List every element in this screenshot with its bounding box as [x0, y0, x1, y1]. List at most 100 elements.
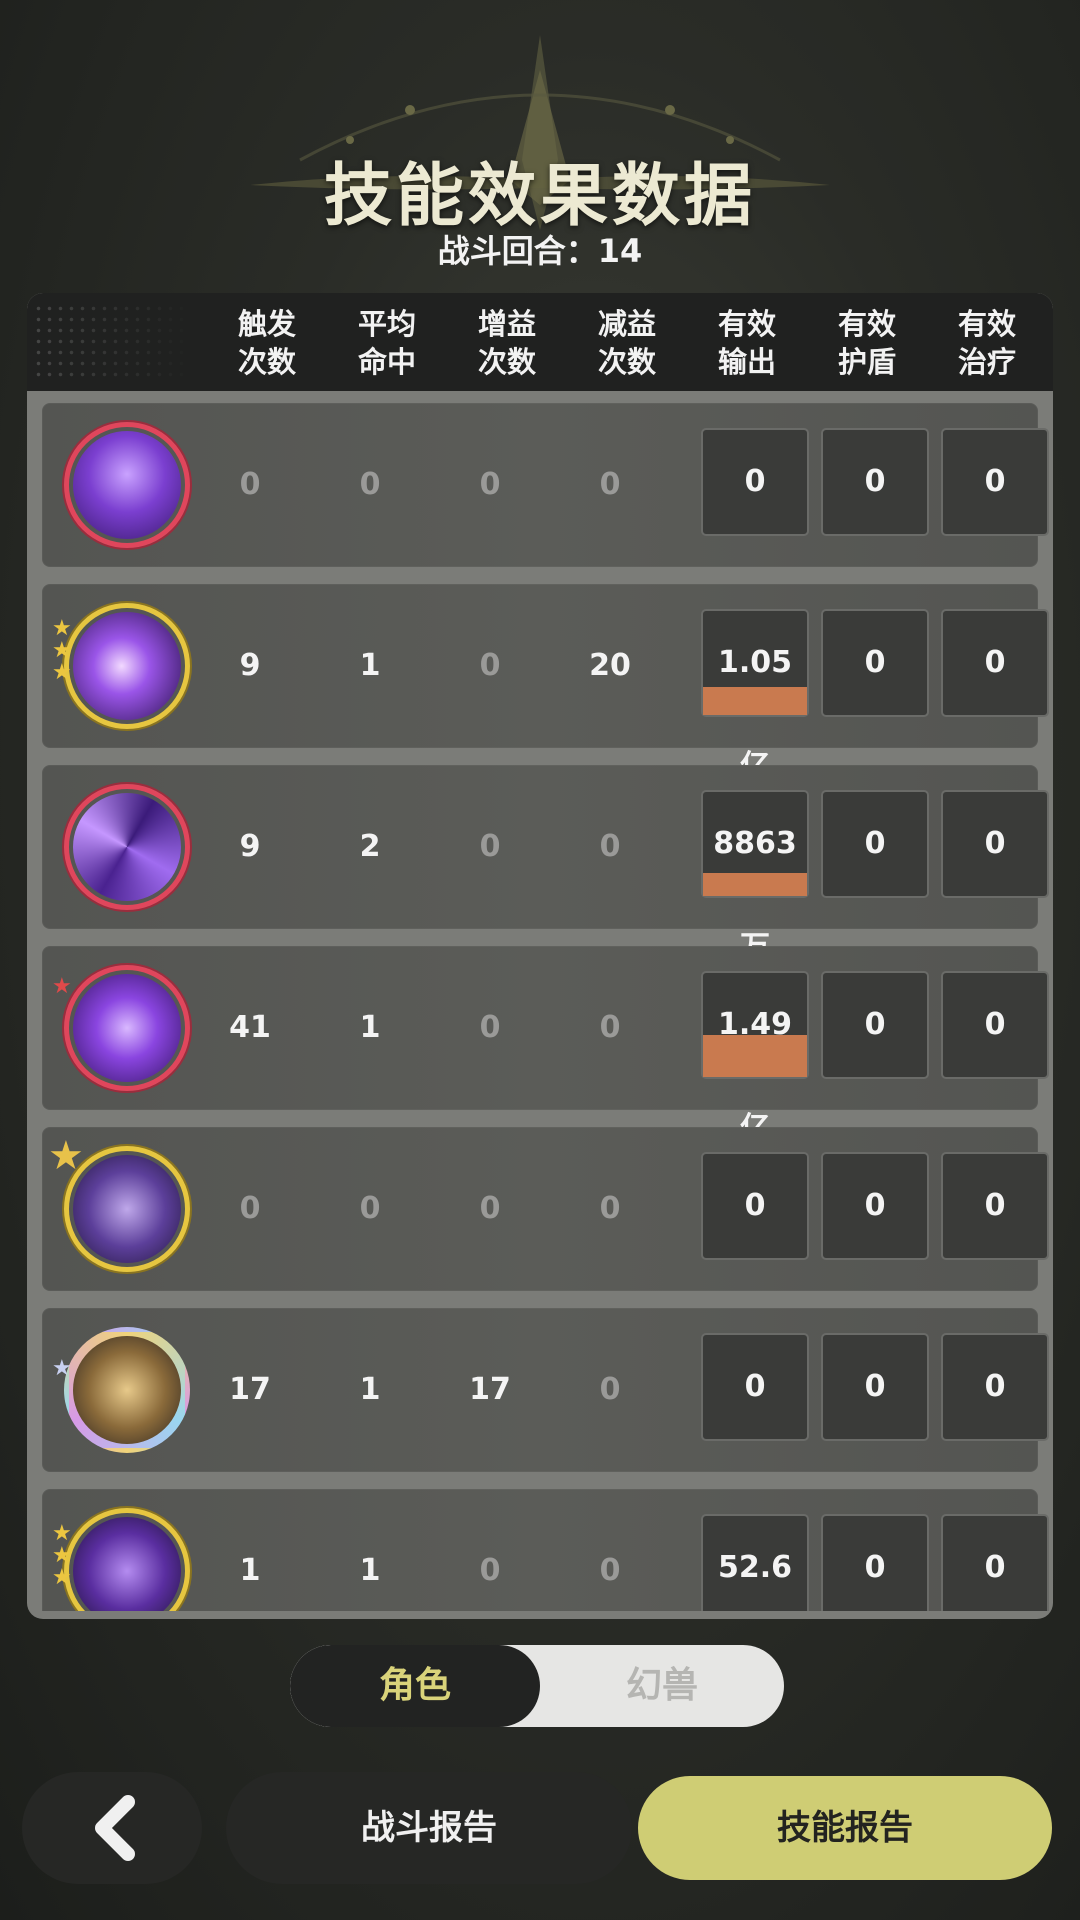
col-header-avg-hit: 平均 命中: [357, 307, 416, 379]
col-header-trigger-count: 触发 次数: [237, 307, 296, 379]
buff-count-cell: 0: [479, 648, 501, 683]
purple-grinning-totem-skill-icon[interactable]: [64, 422, 190, 548]
effective-shield-box-value: 0: [864, 1550, 886, 1585]
effective-shield-box: 0: [821, 790, 929, 898]
rank-star-badge-icon: ★: [52, 974, 72, 999]
table-row: ★ 41 1 0 0 1.49亿 0 0: [42, 946, 1049, 1146]
effective-output-box: 52.6万: [701, 1514, 809, 1611]
table-row: ★ ★ ★ 1 1 0 0 52.6万 0 0: [42, 1489, 1049, 1611]
effective-heal-box-value: 0: [984, 464, 1006, 499]
trigger-count-cell: 1: [239, 1553, 261, 1588]
effective-heal-box-value: 0: [984, 1007, 1006, 1042]
table-rows-scroll[interactable]: 0000000★ ★ ★910201.05亿0092008863万00★4110…: [27, 391, 1053, 1611]
avg-hit-cell: 1: [359, 1010, 381, 1045]
rank-star-badge-icon: ★: [48, 1133, 84, 1179]
table-row: ★ 17 1 17 0 0 0 0: [42, 1308, 1049, 1472]
table-header: 触发 次数 平均 命中 增益 次数 减益 次数 有效 输出 有效 护盾 有效 治疗: [27, 293, 1053, 391]
effective-heal-box-value: 0: [984, 1369, 1006, 1404]
skill-icon-artwork: [73, 1517, 181, 1611]
debuff-count-cell: 0: [599, 829, 621, 864]
battle-report-button[interactable]: 战斗报告: [226, 1772, 632, 1884]
effective-output-box-value: 52.6万: [717, 1550, 793, 1585]
table-row: 9 2 0 0 8863万 0 0: [42, 765, 1049, 965]
skill-data-table: 触发 次数 平均 命中 增益 次数 减益 次数 有效 输出 有效 护盾 有效 治疗 0 0 0 0 0…: [27, 293, 1053, 1619]
effective-heal-box-value: 0: [984, 1188, 1006, 1223]
effective-output-box-value: 0: [744, 1188, 766, 1223]
header-dot-pattern: [33, 303, 193, 381]
skill-icon-artwork: [73, 612, 181, 720]
buff-count-cell: 0: [479, 1191, 501, 1226]
table-row: ★ 0 0 0 0 0 0 0: [42, 1127, 1049, 1291]
effective-shield-box-value: 0: [864, 1369, 886, 1404]
debuff-count-cell: 0: [599, 467, 621, 502]
debuff-count-cell: 0: [599, 1010, 621, 1045]
tab-phantom-beast[interactable]: 幻兽: [540, 1645, 784, 1727]
effective-output-box: 0: [701, 1333, 809, 1441]
trigger-count-cell: 41: [229, 1010, 271, 1045]
purple-swirl-skill-icon[interactable]: [64, 1508, 190, 1611]
effective-shield-box-value: 0: [864, 1007, 886, 1042]
buff-count-cell: 0: [479, 1010, 501, 1045]
avg-hit-cell: 2: [359, 829, 381, 864]
golden-figure-skill-icon[interactable]: [64, 1327, 190, 1453]
battle-round-label: 战斗回合：14: [437, 232, 643, 270]
effective-shield-box: 0: [821, 971, 929, 1079]
effective-heal-box: 0: [941, 1152, 1049, 1260]
effective-shield-box-value: 0: [864, 826, 886, 861]
role-beast-toggle[interactable]: 角色 幻兽: [290, 1645, 784, 1727]
table-row: 0 0 0 0 0 0 0: [42, 403, 1049, 567]
skill-report-button[interactable]: 技能报告: [638, 1776, 1052, 1880]
trigger-count-cell: 0: [239, 467, 261, 502]
effective-output-box-value: 0: [744, 1369, 766, 1404]
trigger-count-cell: 0: [239, 1191, 261, 1226]
buff-count-cell: 0: [479, 1553, 501, 1588]
effective-heal-box-value: 0: [984, 1550, 1006, 1585]
avg-hit-cell: 1: [359, 648, 381, 683]
debuff-count-cell: 0: [599, 1191, 621, 1226]
effective-output-box: 0: [701, 428, 809, 536]
col-header-effective-heal: 有效 治疗: [957, 307, 1016, 379]
avg-hit-cell: 1: [359, 1553, 381, 1588]
effective-shield-box-value: 0: [864, 464, 886, 499]
purple-spear-burst-skill-icon[interactable]: [64, 603, 190, 729]
col-header-effective-shield: 有效 护盾: [837, 307, 896, 379]
effective-shield-box: 0: [821, 428, 929, 536]
effective-heal-box-value: 0: [984, 826, 1006, 861]
debuff-count-cell: 0: [599, 1553, 621, 1588]
skill-icon-artwork: [73, 793, 181, 901]
rank-star-badge-icon: ★: [52, 1356, 72, 1381]
skill-icon-artwork: [73, 1155, 181, 1263]
skill-icon-artwork: [73, 1336, 181, 1444]
trigger-count-cell: 17: [229, 1372, 271, 1407]
col-header-effective-output: 有效 输出: [717, 307, 776, 379]
effective-shield-box: 0: [821, 1152, 929, 1260]
rank-star-badge-icon: ★ ★ ★: [52, 1521, 72, 1590]
effective-shield-box-value: 0: [864, 645, 886, 680]
purple-vortex-skill-icon[interactable]: [64, 784, 190, 910]
output-share-bar: [703, 873, 807, 896]
avg-hit-cell: 1: [359, 1372, 381, 1407]
effective-heal-box: 0: [941, 1514, 1049, 1611]
effective-shield-box: 0: [821, 609, 929, 717]
effective-output-box: 1.05亿: [701, 609, 809, 784]
debuff-count-cell: 20: [589, 648, 631, 683]
effective-heal-box: 0: [941, 428, 1049, 536]
effective-heal-box: 0: [941, 609, 1049, 717]
output-share-bar: [703, 687, 807, 715]
buff-count-cell: 17: [469, 1372, 511, 1407]
effective-output-box: 1.49亿: [701, 971, 809, 1146]
avg-hit-cell: 0: [359, 467, 381, 502]
trigger-count-cell: 9: [239, 648, 261, 683]
page-title: 技能效果数据: [323, 157, 756, 236]
effective-output-box: 0: [701, 1152, 809, 1260]
effective-heal-box-value: 0: [984, 645, 1006, 680]
purple-demon-face-skill-icon[interactable]: [64, 965, 190, 1091]
effective-heal-box: 0: [941, 790, 1049, 898]
effective-shield-box: 0: [821, 1333, 929, 1441]
skill-icon-artwork: [73, 431, 181, 539]
debuff-count-cell: 0: [599, 1372, 621, 1407]
skill-icon-artwork: [73, 974, 181, 1082]
effective-heal-box: 0: [941, 1333, 1049, 1441]
back-button[interactable]: [22, 1772, 202, 1884]
tab-character[interactable]: 角色: [290, 1645, 540, 1727]
